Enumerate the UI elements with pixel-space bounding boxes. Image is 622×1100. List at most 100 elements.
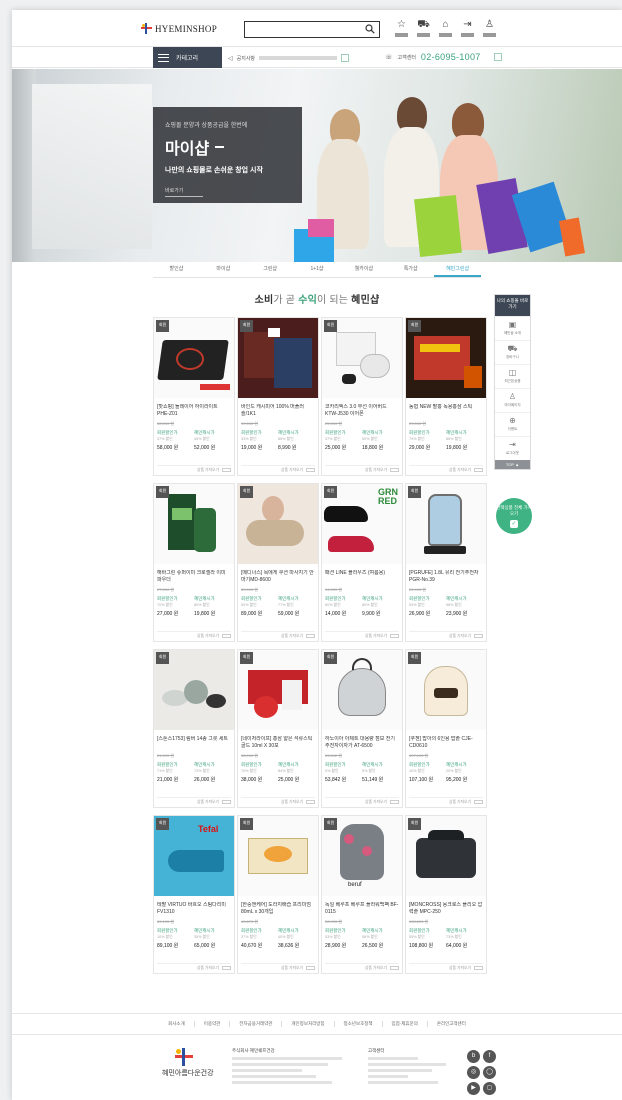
import-product-label[interactable]: 상품 가져오기 [197, 966, 219, 971]
product-card[interactable]: 회원 바인드 캐시미어 100% 머플러 숄/1K1 19,000 원 회원할인가 33… [237, 317, 319, 476]
social-icon[interactable]: f [483, 1050, 496, 1063]
import-product-button[interactable] [306, 800, 315, 804]
product-image[interactable]: 회원 [154, 318, 234, 398]
category-button[interactable]: 카테고리 [153, 47, 222, 68]
social-icon[interactable]: ▶ [467, 1082, 480, 1095]
import-product-label[interactable]: 상품 가져오기 [281, 468, 303, 473]
product-image[interactable]: 회원 [238, 650, 318, 730]
product-image[interactable]: 회원 [238, 318, 318, 398]
import-product-button[interactable] [222, 966, 231, 970]
quick-menu-item[interactable]: ▣ 혜민샵 소개 [495, 316, 530, 340]
import-product-button[interactable] [306, 468, 315, 472]
product-name[interactable]: [스톤스1753] 림버 14종 그릇 세트 [157, 736, 231, 750]
product-image[interactable]: 회원 [322, 318, 402, 398]
tab-0[interactable]: 할인샵 [153, 262, 200, 277]
product-name[interactable]: 바인드 캐시미어 100% 머플러 숄/1K1 [241, 404, 315, 418]
product-card[interactable]: 회원 [MONCROSS] 몽크로스 플리오 압력솥 MPC-250 108,800… [405, 815, 487, 974]
import-product-button[interactable] [390, 966, 399, 970]
footer-link[interactable]: 입점·제휴문의 [381, 1021, 427, 1027]
product-card[interactable]: 회원 [네이처라이프] 홍삼 얇은 석류스틱 골드 10ml X 30포 38,00… [237, 649, 319, 808]
product-card[interactable]: 회원 [메디너스] 목에게 쿠션 마사지기 안마기MD-8600 89,000 원회… [237, 483, 319, 642]
search-icon[interactable] [365, 24, 375, 34]
product-image[interactable]: 회원 [406, 650, 486, 730]
footer-link[interactable]: 전자금융거래약관 [229, 1021, 281, 1027]
social-icon[interactable]: ◎ [467, 1066, 480, 1079]
product-name[interactable]: 해바그린 슈퍼이미 크로렐라 이미 파우더 [157, 570, 231, 584]
import-product-label[interactable]: 상품 가져오기 [281, 800, 303, 805]
tab-5[interactable]: 특가샵 [387, 262, 434, 277]
product-name[interactable]: 패션 LINE 블라우즈 (여름용) [325, 570, 399, 584]
product-card[interactable]: beruf 회원 독일 베루프 베루프 플라워백팩 BF-0115 28,900 원회… [321, 815, 403, 974]
product-image[interactable]: 회원 [322, 650, 402, 730]
import-product-button[interactable] [222, 468, 231, 472]
home-button[interactable]: ⌂ [436, 19, 455, 37]
import-product-label[interactable]: 상품 가져오기 [197, 800, 219, 805]
star-button[interactable]: ☆ [392, 19, 411, 37]
import-product-button[interactable] [306, 966, 315, 970]
import-product-button[interactable] [222, 634, 231, 638]
tab-6[interactable]: 혜민그린샵 [434, 262, 482, 277]
quick-menu-item[interactable]: ♙ 마이페이지 [495, 388, 530, 412]
footer-link[interactable]: 회사소개 [159, 1021, 194, 1027]
tab-3[interactable]: 1+1샵 [294, 262, 341, 277]
tab-1[interactable]: 마이샵 [200, 262, 247, 277]
import-product-label[interactable]: 상품 가져오기 [281, 966, 303, 971]
product-name[interactable]: 하노이아 아제트 대용량 점보 전기주전자이자가 AT-6500 [325, 736, 399, 750]
product-image[interactable]: beruf 회원 [322, 816, 402, 896]
import-product-button[interactable] [306, 634, 315, 638]
product-name[interactable]: [PGRUFE] 1.8L 유리 전기주전자 PGR-No.39 [409, 570, 483, 584]
product-name[interactable]: [한중앤케어] 도라지배즙 프리미엄 80mL x 30개입 [241, 902, 315, 916]
import-product-button[interactable] [390, 634, 399, 638]
product-name[interactable]: 테팔 VIRTUO 바흐오 스팀다리미 FV1310 [157, 902, 231, 916]
product-card[interactable]: 회원 하노이아 아제트 대용량 점보 전기주전자이자가 AT-6500 53,842… [321, 649, 403, 808]
product-name[interactable]: [쿠첸] 밥아의 6인용 밥솥 CJE-CD0610 [409, 736, 483, 750]
import-product-button[interactable] [474, 468, 483, 472]
hero-more-link[interactable]: 바로가기 [165, 187, 203, 197]
import-product-button[interactable] [474, 800, 483, 804]
product-name[interactable]: [네이처라이프] 홍삼 얇은 석류스틱 골드 10ml X 30포 [241, 736, 315, 750]
import-product-label[interactable]: 상품 가져오기 [365, 966, 387, 971]
cs-info-button[interactable] [493, 53, 502, 61]
import-product-button[interactable] [222, 800, 231, 804]
import-product-label[interactable]: 상품 가져오기 [449, 800, 471, 805]
import-all-button[interactable]: 선택상품 전체 가져오기 ✓ [496, 498, 532, 534]
product-image[interactable]: 회원 [154, 484, 234, 564]
product-image[interactable]: 회원 [406, 484, 486, 564]
user-button[interactable]: ♙ [480, 19, 499, 37]
quick-menu-item[interactable]: ◫ 최근본상품 [495, 364, 530, 388]
quick-menu-item[interactable]: ⊕ 이벤트 [495, 412, 530, 436]
import-product-label[interactable]: 상품 가져오기 [449, 966, 471, 971]
social-icon[interactable]: b [467, 1050, 480, 1063]
import-product-button[interactable] [390, 800, 399, 804]
import-product-label[interactable]: 상품 가져오기 [365, 800, 387, 805]
product-name[interactable]: 독일 베루프 베루프 플라워백팩 BF-0115 [325, 902, 399, 916]
search-input[interactable] [244, 21, 380, 38]
import-product-label[interactable]: 상품 가져오기 [449, 468, 471, 473]
notice-next-button[interactable] [341, 54, 350, 62]
tab-2[interactable]: 그린샵 [247, 262, 294, 277]
product-card[interactable]: Tefal 회원 테팔 VIRTUO 바흐오 스팀다리미 FV1310 89,100 … [153, 815, 235, 974]
import-product-label[interactable]: 상품 가져오기 [281, 634, 303, 639]
product-image[interactable]: 회원 [406, 816, 486, 896]
import-product-label[interactable]: 상품 가져오기 [197, 634, 219, 639]
product-card[interactable]: 회원 [핫쇼핑] 돌레이어 하이라이트 PHE-Z01 58,000 원 회원할인가 3… [153, 317, 235, 476]
product-card[interactable]: 회원 해바그린 슈퍼이미 크로렐라 이미 파우더 27,000 원 회원할인가 70% … [153, 483, 235, 642]
product-card[interactable]: 회원 [쿠첸] 밥아의 6인용 밥솥 CJE-CD0610 107,100 원 회원할… [405, 649, 487, 808]
product-card[interactable]: 회원 코카리엑스 3.0 무선 이어버드 KTW-J530 이어폰 25,000 원… [321, 317, 403, 476]
tab-4[interactable]: 웰카이샵 [340, 262, 387, 277]
product-card[interactable]: 회원 [한중앤케어] 도라지배즙 프리미엄 80mL x 30개입 40,670 원… [237, 815, 319, 974]
product-image[interactable]: 회원 [238, 484, 318, 564]
quick-menu-head[interactable]: 나의 쇼핑몰 바로가기 [495, 295, 530, 316]
product-image[interactable]: 회원 [238, 816, 318, 896]
import-product-button[interactable] [390, 468, 399, 472]
import-product-button[interactable] [474, 966, 483, 970]
import-product-label[interactable]: 상품 가져오기 [365, 634, 387, 639]
product-name[interactable]: [메디너스] 목에게 쿠션 마사지기 안마기MD-8600 [241, 570, 315, 584]
logo[interactable]: HYEMINSHOP [141, 23, 217, 34]
hero-banner[interactable]: 쇼핑몰 분양과 상품공급을 한번에 마이샵 나만의 쇼핑몰로 손쉬운 창업 시작… [12, 69, 622, 262]
import-product-button[interactable] [474, 634, 483, 638]
notice-ticker[interactable]: ◁ 공지사항 [228, 54, 350, 62]
import-product-label[interactable]: 상품 가져오기 [449, 634, 471, 639]
import-product-label[interactable]: 상품 가져오기 [365, 468, 387, 473]
product-image[interactable]: Tefal 회원 [154, 816, 234, 896]
